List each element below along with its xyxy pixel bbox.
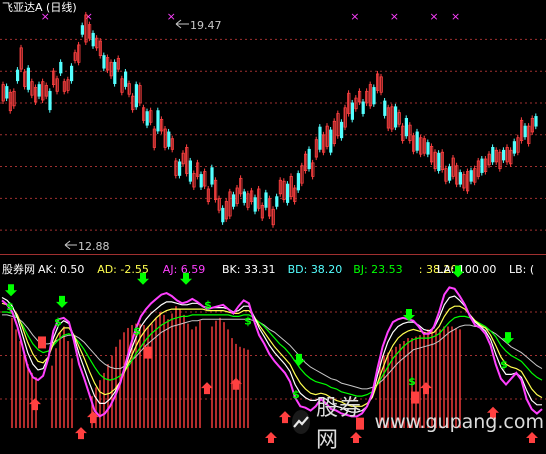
candle-body [242, 191, 246, 203]
candle-body [124, 71, 128, 87]
candle-body [523, 125, 527, 138]
candle-body [156, 110, 160, 132]
candle-body [5, 86, 9, 99]
candle-body [26, 67, 31, 90]
top-marker: × [429, 10, 438, 23]
chart-title: 飞亚达A (日线) [2, 0, 77, 14]
candle-body [437, 152, 441, 171]
candle-body [534, 116, 538, 127]
candle-body [426, 142, 430, 155]
candle-body [70, 65, 74, 82]
candle-body [188, 160, 192, 182]
legend-item: BK: 33.31 [222, 263, 275, 276]
s-signal-icon: $ [244, 314, 252, 327]
candle-body [134, 84, 138, 108]
candle-body [15, 69, 20, 82]
candle-body [361, 101, 365, 114]
candle-body [80, 25, 84, 35]
legend-item: LB: ( [509, 263, 534, 276]
top-marker: × [451, 10, 460, 23]
candle-body [253, 197, 257, 212]
s-signal-icon: $ [54, 316, 62, 329]
top-marker: × [167, 10, 176, 23]
stock-chart: ××××××××××××××××××××××××××× 19.47 12.88 … [0, 0, 546, 443]
watermark-url: www.gupang.com [374, 411, 544, 433]
candle-body [307, 148, 311, 170]
legend-item: BD: 38.20 [288, 263, 343, 276]
candle-body [491, 146, 495, 163]
candle-body [501, 149, 506, 161]
site-label: 股券网 [2, 262, 35, 276]
s-signal-icon: $ [408, 375, 416, 388]
candle-body [167, 131, 171, 147]
candle-body [329, 129, 333, 153]
legend-item: AK: 0.50 [38, 263, 84, 276]
candle-body [210, 167, 214, 185]
candle-body [447, 166, 452, 181]
candle-body [275, 196, 279, 207]
candle-body [318, 126, 322, 150]
candle-body [145, 111, 149, 126]
candle-body [199, 174, 203, 188]
candle-body [469, 170, 473, 182]
candle-body [339, 121, 344, 139]
candle-body [383, 100, 387, 116]
s-signal-icon: $ [500, 358, 508, 371]
watermark-site-name: 股券网 [316, 396, 363, 453]
watermark: 股券网 www.gupang.com [292, 396, 544, 453]
candle-body [393, 106, 398, 128]
candle-body [91, 32, 95, 47]
candle-body [264, 192, 268, 208]
s-signal-icon: $ [133, 324, 141, 337]
low-price-label: 12.88 [78, 240, 110, 253]
candle-body [102, 55, 106, 69]
high-price-label: 19.47 [190, 19, 222, 32]
s-signal-icon: $ [204, 298, 212, 311]
legend-item: BJ: 23.53 [353, 263, 402, 276]
candle-body [37, 84, 41, 97]
candle-body [113, 61, 117, 84]
candle-body [350, 102, 355, 120]
top-marker: × [390, 10, 399, 23]
b-signal-icon [38, 336, 46, 349]
b-signal-icon [411, 391, 419, 404]
legend-item: LA: 100.00 [437, 263, 496, 276]
candle-body [48, 90, 52, 111]
candle-body [59, 61, 63, 74]
candle-body [480, 158, 484, 173]
candle-body [415, 131, 419, 151]
candle-body [404, 118, 409, 137]
s-signal-icon: $ [292, 388, 300, 401]
candle-body [458, 172, 463, 185]
candle-body [512, 141, 517, 154]
candle-body [231, 194, 236, 207]
top-marker: × [350, 10, 359, 23]
b-signal-icon [144, 346, 152, 359]
candle-body [221, 207, 225, 223]
watermark-logo-icon [292, 410, 310, 434]
s-signal-icon: $ [6, 300, 14, 313]
candle-body [372, 87, 376, 105]
candle-body [285, 183, 290, 203]
candle-body [177, 161, 182, 176]
candle-body [296, 173, 301, 191]
